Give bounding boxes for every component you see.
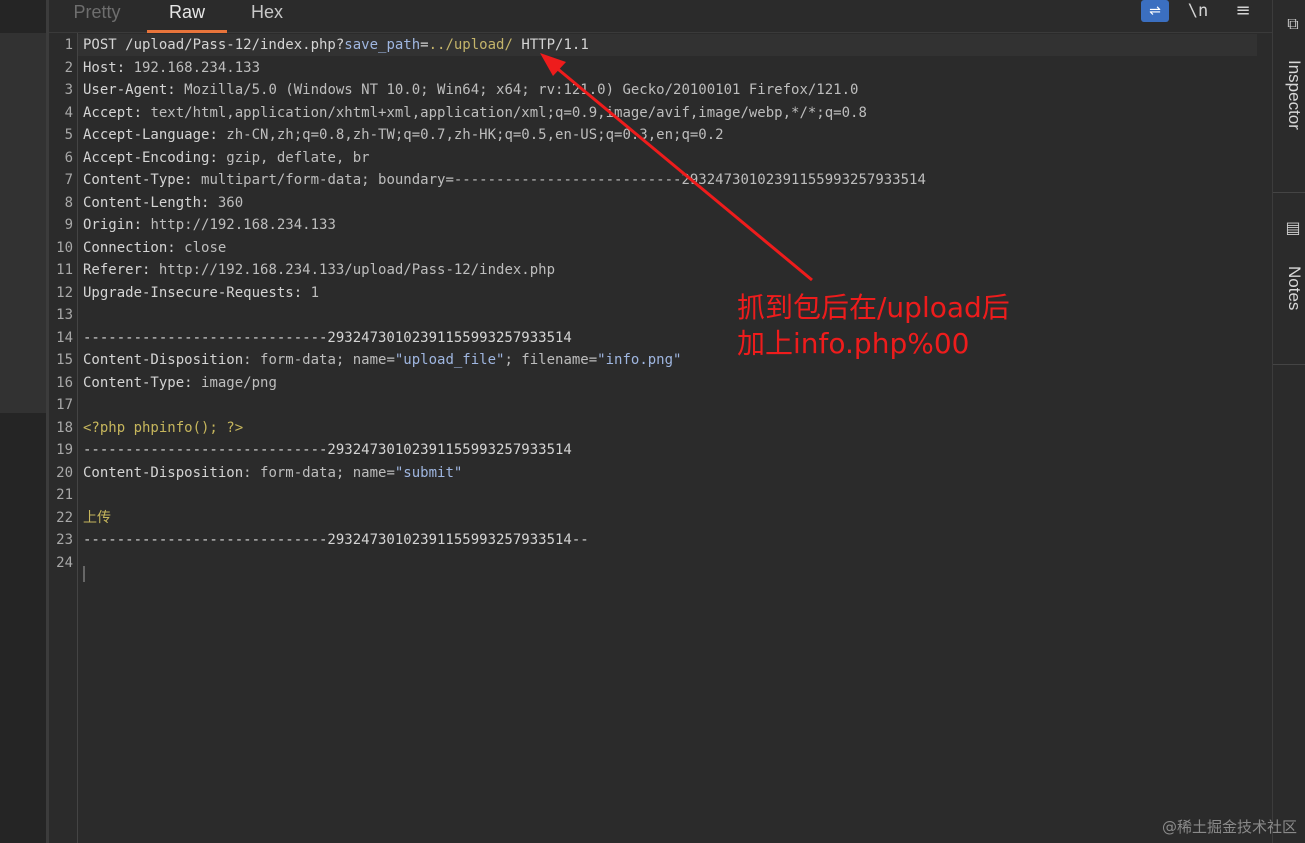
annotation-arrow xyxy=(540,53,813,282)
annotation-line-2: 加上info.php%00 xyxy=(737,327,970,360)
annotation-text: 抓到包后在/upload后 加上info.php%00 xyxy=(737,290,1010,362)
watermark: @稀土掘金技术社区 xyxy=(1161,818,1297,836)
annotation-line-1: 抓到包后在/upload后 xyxy=(737,291,1010,324)
arrow-line xyxy=(552,63,813,282)
